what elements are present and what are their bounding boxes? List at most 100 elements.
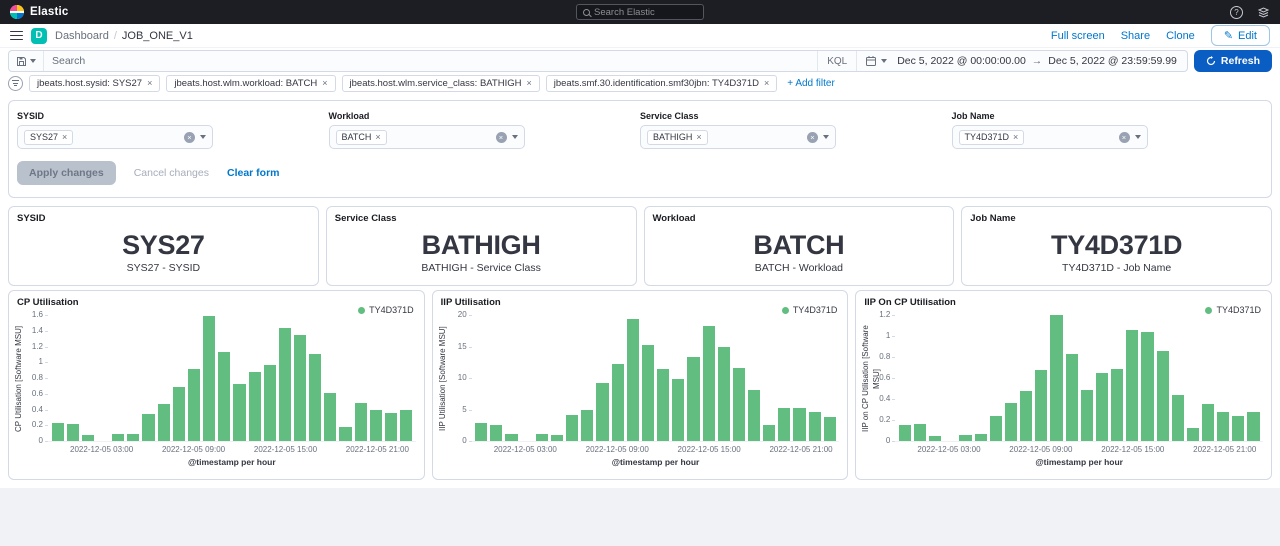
date-range[interactable]: Dec 5, 2022 @ 00:00:00.00 → Dec 5, 2022 … bbox=[895, 55, 1187, 67]
job-name-combobox[interactable]: TY4D371D× × bbox=[952, 125, 1148, 149]
menu-icon[interactable] bbox=[10, 31, 23, 41]
global-header: Elastic Search Elastic ? bbox=[0, 0, 1280, 24]
bar bbox=[505, 434, 517, 441]
metric-subtitle: SYS27 - SYSID bbox=[127, 262, 201, 274]
bar bbox=[657, 369, 669, 441]
bar bbox=[703, 326, 715, 441]
search-input[interactable] bbox=[44, 55, 817, 67]
help-icon[interactable]: ? bbox=[1230, 6, 1243, 19]
apply-changes-button[interactable]: Apply changes bbox=[17, 161, 116, 185]
legend-label: TY4D371D bbox=[793, 305, 838, 315]
x-tick-label: 2022-12-05 09:00 bbox=[162, 445, 225, 454]
bar bbox=[1096, 373, 1108, 441]
x-axis-title: @timestamp per hour bbox=[48, 457, 416, 467]
add-filter-button[interactable]: + Add filter bbox=[787, 78, 835, 89]
date-picker-button[interactable] bbox=[856, 51, 895, 71]
bar bbox=[914, 424, 926, 441]
control-label: Service Class bbox=[640, 111, 952, 121]
share-button[interactable]: Share bbox=[1121, 30, 1150, 42]
bar bbox=[1005, 403, 1017, 441]
full-screen-button[interactable]: Full screen bbox=[1051, 30, 1105, 42]
bar bbox=[1035, 370, 1047, 441]
legend-dot-icon bbox=[782, 307, 789, 314]
clear-icon[interactable]: × bbox=[496, 132, 507, 143]
bar bbox=[1141, 332, 1153, 441]
user-menu-icon[interactable] bbox=[1257, 6, 1270, 19]
y-axis-title: IIP on CP Utilisation [Software MSU] bbox=[860, 316, 871, 442]
metric-subtitle: TY4D371D - Job Name bbox=[1062, 262, 1171, 274]
date-end[interactable]: Dec 5, 2022 @ 23:59:59.99 bbox=[1048, 55, 1177, 67]
chart-legend-item[interactable]: TY4D371D bbox=[782, 305, 838, 315]
chevron-down-icon[interactable] bbox=[200, 135, 206, 139]
bar bbox=[793, 408, 805, 441]
breadcrumb-dashboard[interactable]: Dashboard bbox=[55, 30, 109, 42]
control-job-name: Job Name TY4D371D× × bbox=[952, 111, 1264, 149]
metric-panel-sysid: SYSID SYS27 SYS27 - SYSID bbox=[8, 206, 319, 286]
metric-value: BATHIGH bbox=[422, 230, 541, 261]
bar bbox=[763, 425, 775, 441]
bar bbox=[627, 319, 639, 441]
bar bbox=[778, 408, 790, 441]
bar bbox=[1247, 412, 1259, 441]
refresh-icon bbox=[1206, 56, 1216, 66]
bar bbox=[385, 413, 397, 441]
clear-icon[interactable]: × bbox=[1119, 132, 1130, 143]
close-icon[interactable]: × bbox=[375, 132, 380, 142]
chart-panel-iip-on-cp-utilisation: IIP On CP Utilisation TY4D371D IIP on CP… bbox=[855, 290, 1272, 480]
chart-panel-iip-utilisation: IIP Utilisation TY4D371D IIP Utilisation… bbox=[432, 290, 849, 480]
chevron-down-icon[interactable] bbox=[512, 135, 518, 139]
chevron-down-icon[interactable] bbox=[1135, 135, 1141, 139]
bar bbox=[1126, 330, 1138, 441]
refresh-button[interactable]: Refresh bbox=[1194, 50, 1272, 72]
saved-query-menu-button[interactable] bbox=[9, 51, 44, 71]
bar bbox=[279, 328, 291, 441]
global-search-input[interactable]: Search Elastic bbox=[576, 4, 704, 20]
chevron-down-icon bbox=[881, 59, 887, 63]
close-icon[interactable]: × bbox=[1013, 132, 1018, 142]
bar bbox=[809, 412, 821, 441]
kql-button[interactable]: KQL bbox=[817, 51, 856, 71]
filter-pill-job-name[interactable]: jbeats.smf.30.identification.smf30jbn: T… bbox=[546, 75, 778, 92]
close-icon[interactable]: × bbox=[696, 132, 701, 142]
clear-icon[interactable]: × bbox=[184, 132, 195, 143]
x-axis: 2022-12-05 03:002022-12-05 09:002022-12-… bbox=[895, 442, 1263, 455]
x-tick-label: 2022-12-05 15:00 bbox=[254, 445, 317, 454]
close-icon[interactable]: × bbox=[322, 78, 327, 88]
chevron-down-icon[interactable] bbox=[823, 135, 829, 139]
date-start[interactable]: Dec 5, 2022 @ 00:00:00.00 bbox=[897, 55, 1026, 67]
close-icon[interactable]: × bbox=[764, 78, 769, 88]
filter-pill-service-class[interactable]: jbeats.host.wlm.service_class: BATHIGH × bbox=[342, 75, 540, 92]
filter-pill-sysid[interactable]: jbeats.host.sysid: SYS27 × bbox=[29, 75, 160, 92]
search-icon bbox=[583, 9, 590, 16]
bar bbox=[612, 364, 624, 441]
close-icon[interactable]: × bbox=[147, 78, 152, 88]
service-class-combobox[interactable]: BATHIGH× × bbox=[640, 125, 836, 149]
chart-legend-item[interactable]: TY4D371D bbox=[358, 305, 414, 315]
bar bbox=[1172, 395, 1184, 441]
x-tick-label: 2022-12-05 21:00 bbox=[769, 445, 832, 454]
bar bbox=[218, 352, 230, 441]
space-badge[interactable]: D bbox=[31, 28, 47, 44]
sysid-combobox[interactable]: SYS27× × bbox=[17, 125, 213, 149]
close-icon[interactable]: × bbox=[62, 132, 67, 142]
y-axis: 05101520 bbox=[448, 316, 472, 442]
filter-options-icon[interactable] bbox=[8, 76, 23, 91]
bar bbox=[672, 379, 684, 441]
control-label: Workload bbox=[329, 111, 641, 121]
cancel-changes-button[interactable]: Cancel changes bbox=[134, 167, 209, 179]
filter-pill-workload[interactable]: jbeats.host.wlm.workload: BATCH × bbox=[166, 75, 335, 92]
clear-icon[interactable]: × bbox=[807, 132, 818, 143]
legend-label: TY4D371D bbox=[1216, 305, 1261, 315]
chart-legend-item[interactable]: TY4D371D bbox=[1205, 305, 1261, 315]
bar bbox=[1081, 390, 1093, 441]
close-icon[interactable]: × bbox=[526, 78, 531, 88]
workload-combobox[interactable]: BATCH× × bbox=[329, 125, 525, 149]
bar bbox=[355, 403, 367, 441]
edit-button[interactable]: ✎ Edit bbox=[1211, 25, 1270, 46]
bar bbox=[1066, 354, 1078, 441]
elastic-brand[interactable]: Elastic bbox=[10, 5, 68, 19]
bar bbox=[52, 423, 64, 441]
clear-form-button[interactable]: Clear form bbox=[227, 167, 280, 179]
clone-button[interactable]: Clone bbox=[1166, 30, 1195, 42]
control-label: Job Name bbox=[952, 111, 1264, 121]
